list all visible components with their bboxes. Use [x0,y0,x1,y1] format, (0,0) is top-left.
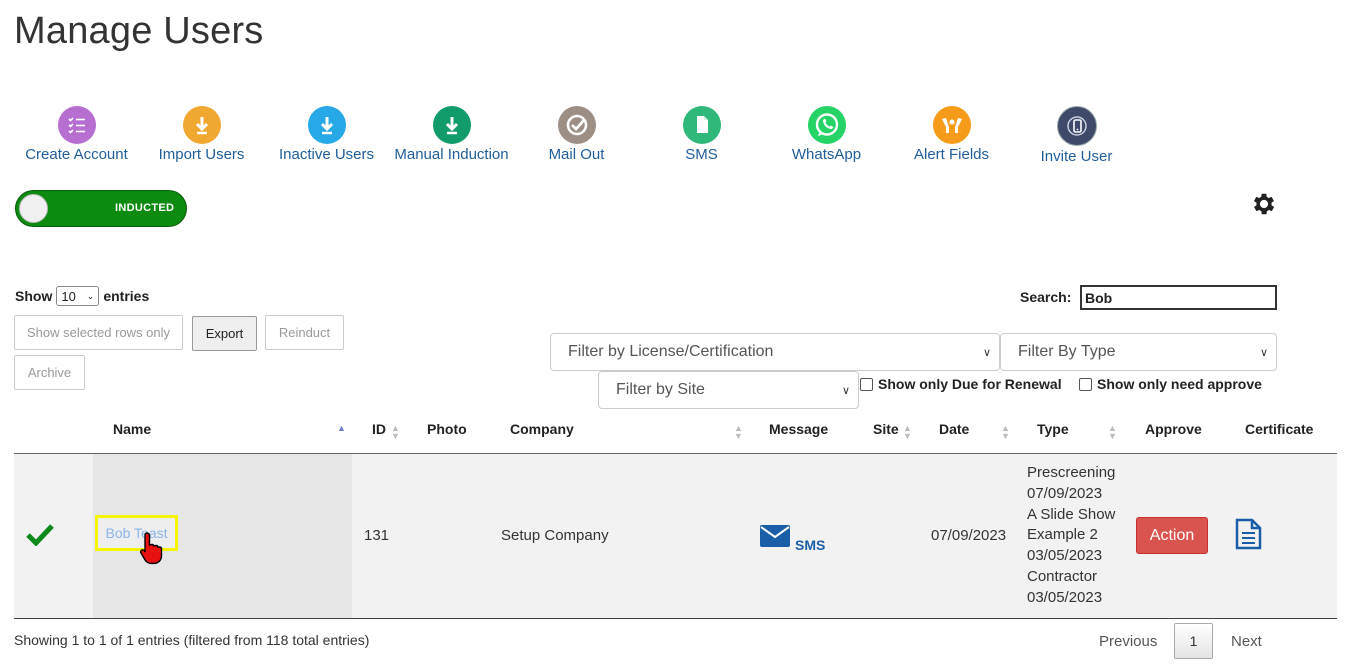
sort-icon[interactable]: ▲ ▼ [1108,424,1117,441]
reinduct-button[interactable]: Reinduct [265,315,344,350]
type-line: Example 2 [1027,526,1098,544]
due-renewal-checkbox[interactable]: Show only Due for Renewal [860,376,1062,392]
download-arrow-icon [307,106,346,144]
inactive-users-button[interactable]: Inactive Users [264,106,389,163]
chevron-down-icon: ∨ [1259,346,1268,359]
header-type[interactable]: Type [1037,421,1069,437]
type-line: 07/09/2023 [1027,484,1103,502]
need-approve-label: Show only need approve [1097,376,1262,392]
license-filter-label: Filter by License/Certification [568,343,774,360]
whatsapp-button[interactable]: WhatsApp [764,106,889,163]
type-filter-label: Filter By Type [1018,343,1116,360]
show-label: Show [15,288,53,304]
sort-icon[interactable]: ▲ ▼ [734,424,743,441]
type-line: Contractor [1027,567,1098,585]
envelope-icon [760,524,791,553]
export-button[interactable]: Export [192,316,257,351]
header-approve: Approve [1145,421,1202,437]
header-message: Message [769,421,829,437]
create-account-button[interactable]: Create Account [14,106,139,163]
archive-button[interactable]: Archive [14,355,85,390]
toggle-label: INDUCTED [115,202,175,214]
sms-button[interactable]: SMS [639,106,764,163]
id-cell: 131 [364,527,390,544]
check-circle-icon [557,106,596,144]
sort-icon[interactable]: ▲ ▼ [1001,424,1010,441]
show-entries: Show 10 ⌄ entries [15,286,149,306]
search-input[interactable] [1080,285,1277,310]
mail-out-label: Mail Out [548,146,605,163]
license-filter-select[interactable]: Filter by License/Certification ∨ [550,333,1000,371]
list-checks-icon [57,106,96,144]
alert-fields-label: Alert Fields [913,146,990,163]
alert-fields-button[interactable]: Alert Fields [889,106,1014,163]
sms-label: SMS [685,146,718,163]
create-account-label: Create Account [25,146,128,163]
document-icon[interactable] [1235,518,1262,555]
due-renewal-label: Show only Due for Renewal [878,376,1062,392]
chevron-down-icon: ⌄ [86,290,95,301]
invite-user-button[interactable]: Invite User [1014,106,1139,165]
sort-asc-icon[interactable]: ▲ [337,424,346,433]
entries-label: entries [103,288,150,304]
previous-button[interactable]: Previous [1099,633,1157,650]
inducted-toggle[interactable]: INDUCTED [15,190,187,227]
hands-icon [932,106,971,144]
next-button[interactable]: Next [1231,633,1262,650]
chevron-down-icon: ∨ [841,384,850,397]
header-date[interactable]: Date [939,421,969,437]
header-name[interactable]: Name [113,421,151,437]
hand-cursor-icon [138,530,168,571]
type-line: 03/05/2023 [1027,547,1103,565]
header-certificate: Certificate [1245,421,1314,437]
chevron-down-icon: ∨ [982,346,991,359]
checkbox-box[interactable] [1079,377,1092,391]
sort-icon[interactable]: ▲ ▼ [903,424,912,441]
page-title: Manage Users [14,10,264,52]
table-info: Showing 1 to 1 of 1 entries (filtered fr… [14,632,370,648]
document-icon [682,106,721,144]
type-line: Prescreening [1027,464,1116,481]
download-arrow-icon [432,106,471,144]
gear-icon[interactable] [1250,190,1278,218]
inactive-users-label: Inactive Users [278,146,375,163]
type-line: 03/05/2023 [1027,588,1103,606]
type-filter-select[interactable]: Filter By Type ∨ [1000,333,1277,371]
header-photo: Photo [427,421,467,437]
show-selected-button[interactable]: Show selected rows only [14,315,183,350]
whatsapp-icon [807,106,846,144]
entries-value: 10 [61,288,76,304]
page-1-button[interactable]: 1 [1174,623,1213,659]
whatsapp-label: WhatsApp [791,146,862,163]
phone-icon [1056,106,1097,146]
company-cell: Setup Company [501,527,609,544]
mail-out-button[interactable]: Mail Out [514,106,639,163]
invite-user-label: Invite User [1040,148,1113,165]
import-users-button[interactable]: Import Users [139,106,264,163]
checkmark-icon [26,522,54,551]
need-approve-checkbox[interactable]: Show only need approve [1079,376,1262,392]
toggle-knob [19,194,48,223]
header-company[interactable]: Company [510,421,574,437]
type-line: A Slide Show [1027,505,1116,523]
manual-induction-label: Manual Induction [394,146,509,163]
header-site[interactable]: Site [873,421,899,437]
sms-label: SMS [795,537,826,553]
date-cell: 07/09/2023 [931,527,1007,544]
header-id[interactable]: ID [372,421,386,437]
manual-induction-button[interactable]: Manual Induction [389,106,514,163]
search-label: Search: [1020,289,1072,305]
download-arrow-icon [182,106,221,144]
sms-message-link[interactable]: SMS [760,524,825,553]
checkbox-box[interactable] [860,377,873,391]
entries-select[interactable]: 10 ⌄ [56,286,100,306]
type-cell: Prescreening 07/09/2023 A Slide Show Exa… [1027,463,1115,609]
site-filter-select[interactable]: Filter by Site ∨ [598,371,859,409]
site-filter-label: Filter by Site [616,381,705,398]
sort-icon[interactable]: ▲ ▼ [391,424,400,441]
action-button[interactable]: Action [1136,517,1208,554]
import-users-label: Import Users [158,146,245,163]
